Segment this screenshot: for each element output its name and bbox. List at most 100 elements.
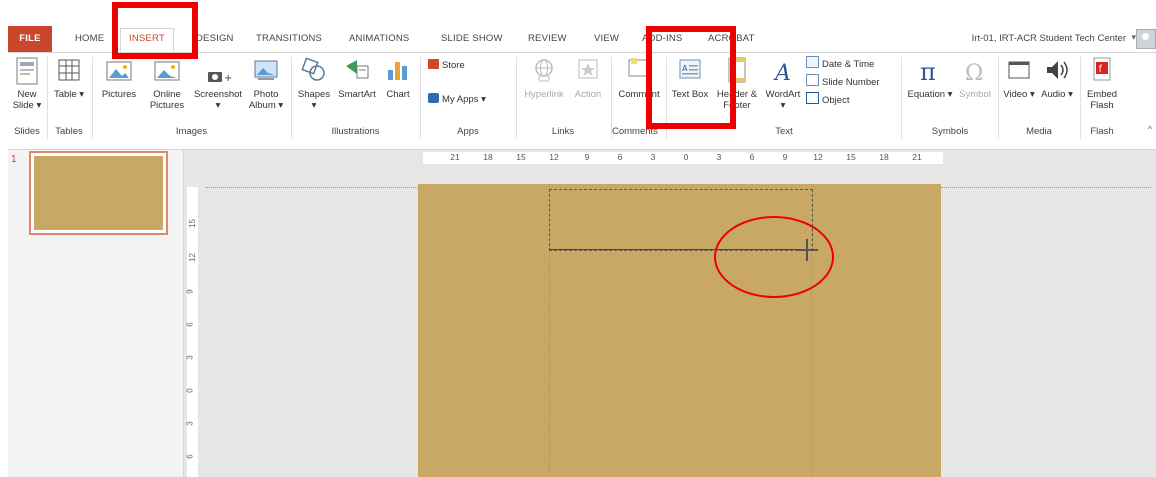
video-label: Video ▾ [1003, 89, 1035, 100]
date-time-label: Date & Time [822, 59, 875, 70]
group-divider [47, 57, 48, 139]
embed-flash-button[interactable]: f Embed Flash [1082, 56, 1122, 111]
group-divider [998, 57, 999, 139]
slide-thumbnail-pane: 1 [8, 150, 184, 477]
group-label-symbols: Symbols [931, 126, 969, 137]
insert-ribbon: New Slide ▾ Slides Table ▾ Tables Pictur… [8, 53, 1156, 150]
vertical-ruler: 15 12 9 6 3 0 3 6 [185, 187, 198, 477]
tab-design[interactable]: DESIGN [196, 33, 234, 44]
avatar[interactable] [1136, 29, 1156, 49]
table-button[interactable]: Table ▾ [51, 56, 87, 100]
shapes-icon [301, 57, 325, 81]
ruler-tick-label: 12 [187, 253, 197, 262]
shapes-button[interactable]: Shapes ▾ [295, 56, 333, 111]
chart-button[interactable]: Chart [381, 56, 415, 100]
photo-album-label: Photo Album ▾ [248, 89, 284, 111]
slide-thumbnail[interactable] [29, 151, 168, 235]
smartart-icon [346, 60, 369, 79]
slide-number-label: Slide Number [822, 77, 880, 88]
collapse-ribbon-icon[interactable]: ^ [1148, 124, 1152, 134]
group-label-media: Media [1026, 126, 1052, 137]
svg-text:+: + [224, 73, 232, 84]
my-apps-label: My Apps ▾ [442, 94, 486, 105]
ruler-tick-label: 12 [549, 152, 559, 162]
tab-review[interactable]: REVIEW [528, 33, 567, 44]
symbol-button[interactable]: Ω Symbol [956, 56, 994, 100]
group-label-images: Images [175, 126, 208, 137]
ruler-tick-label: 12 [813, 152, 823, 162]
audio-label: Audio ▾ [1041, 89, 1073, 100]
slide-number: 1 [11, 154, 17, 165]
symbol-label: Symbol [959, 89, 991, 100]
highlight-text-box-button [646, 26, 736, 129]
group-divider [291, 57, 292, 139]
action-button[interactable]: Action [570, 56, 606, 100]
action-star-icon [578, 59, 598, 79]
new-slide-label: New Slide ▾ [12, 89, 42, 111]
photo-album-button[interactable]: Photo Album ▾ [246, 56, 286, 111]
video-button[interactable]: Video ▾ [1001, 56, 1037, 100]
tab-transitions[interactable]: TRANSITIONS [256, 33, 322, 44]
smartart-button[interactable]: SmartArt [334, 56, 380, 100]
ruler-tick-label: 6 [185, 454, 195, 459]
ruler-tick-label: 3 [716, 152, 722, 162]
group-divider [516, 57, 517, 139]
pictures-button[interactable]: Pictures [96, 56, 142, 100]
group-label-tables: Tables [55, 126, 83, 137]
hyperlink-label: Hyperlink [524, 89, 564, 100]
online-pictures-button[interactable]: Online Pictures [142, 56, 192, 111]
chart-label: Chart [386, 89, 410, 100]
ruler-tick-label: 6 [749, 152, 755, 162]
slide-canvas[interactable] [418, 184, 941, 477]
group-divider [901, 57, 902, 139]
hyperlink-button[interactable]: Hyperlink [519, 56, 569, 100]
picture-icon [106, 61, 132, 81]
powerpoint-window: FILE HOME INSERT DESIGN TRANSITIONS ANIM… [8, 26, 1156, 477]
online-pictures-label: Online Pictures [149, 89, 185, 111]
tab-slide-show[interactable]: SLIDE SHOW [441, 33, 503, 44]
account-name[interactable]: Irt-01, IRT-ACR Student Tech Center [972, 33, 1126, 44]
ruler-tick-label: 18 [879, 152, 889, 162]
tab-view[interactable]: VIEW [594, 33, 619, 44]
calendar-icon [806, 56, 819, 68]
my-apps-button[interactable]: My Apps ▾ [428, 93, 486, 105]
guide-line [206, 187, 418, 188]
pi-icon: π [920, 58, 936, 86]
photo-album-icon [254, 60, 278, 80]
tab-home[interactable]: HOME [75, 33, 104, 44]
store-icon [428, 59, 439, 69]
ruler-tick-label: 0 [683, 152, 689, 162]
flash-icon: f [1093, 57, 1111, 81]
tab-animations[interactable]: ANIMATIONS [349, 33, 409, 44]
store-label: Store [442, 60, 465, 71]
ruler-tick-label: 15 [187, 219, 197, 228]
group-divider [92, 57, 93, 139]
store-button[interactable]: Store [428, 59, 465, 71]
ruler-tick-label: 9 [584, 152, 590, 162]
screenshot-button[interactable]: + Screenshot ▾ [192, 56, 244, 111]
screenshot-label: Screenshot ▾ [193, 89, 243, 111]
object-button[interactable]: Object [806, 92, 849, 106]
object-label: Object [822, 95, 850, 106]
ruler-tick-label: 21 [450, 152, 460, 162]
new-slide-button[interactable]: New Slide ▾ [10, 56, 44, 111]
audio-button[interactable]: Audio ▾ [1038, 56, 1076, 100]
group-divider [420, 57, 421, 139]
slide-number-button[interactable]: Slide Number [806, 74, 880, 88]
table-icon [58, 59, 80, 81]
tab-file[interactable]: FILE [8, 26, 52, 52]
ruler-tick-label: 21 [912, 152, 922, 162]
ruler-tick-label: 3 [185, 421, 195, 426]
group-label-flash: Flash [1090, 126, 1114, 137]
horizontal-ruler: 21 18 15 12 9 6 3 0 3 6 9 12 15 18 21 [423, 152, 943, 164]
my-apps-icon [428, 93, 439, 103]
highlight-insert-tab [112, 2, 198, 59]
wordart-button[interactable]: A WordArt ▾ [762, 56, 804, 111]
ruler-tick-label: 3 [650, 152, 656, 162]
smartart-label: SmartArt [338, 89, 376, 100]
date-time-button[interactable]: Date & Time [806, 56, 874, 70]
equation-button[interactable]: π Equation ▾ [904, 56, 956, 100]
group-label-apps: Apps [457, 126, 479, 137]
slide-editor[interactable]: 21 18 15 12 9 6 3 0 3 6 9 12 15 18 21 15… [184, 150, 1156, 477]
embed-flash-label: Embed Flash [1086, 89, 1118, 111]
